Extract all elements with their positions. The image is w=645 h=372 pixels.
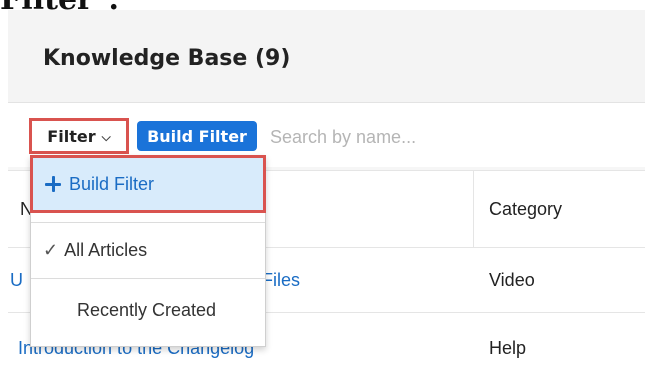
column-header-category[interactable]: Category	[489, 199, 562, 220]
menu-separator	[31, 278, 265, 279]
checkmark-icon: ✓	[43, 239, 59, 260]
filter-dropdown-menu: Build Filter ✓ All Articles Recently Cre…	[30, 155, 266, 347]
search-input[interactable]	[268, 120, 632, 154]
filter-dropdown-toggle[interactable]: Filter ⌵	[29, 118, 129, 154]
column-divider	[473, 171, 474, 247]
menu-item-recently-created-label: Recently Created	[77, 299, 217, 320]
row-1-category: Video	[489, 270, 535, 290]
menu-item-all-articles[interactable]: ✓ All Articles	[31, 230, 265, 270]
row-1-name-end[interactable]: Files	[262, 270, 300, 291]
page-title: Knowledge Base (9)	[43, 46, 291, 71]
menu-item-build-filter[interactable]: Build Filter	[30, 155, 266, 213]
menu-item-build-filter-label: Build Filter	[69, 173, 155, 194]
plus-icon	[45, 176, 61, 192]
menu-item-recently-created[interactable]: Recently Created	[31, 290, 265, 330]
row-2-category: Help	[489, 338, 527, 358]
build-filter-button[interactable]: Build Filter	[137, 121, 257, 151]
menu-item-all-articles-label: All Articles	[64, 239, 148, 260]
row-1-name-start[interactable]: U	[10, 270, 23, 291]
chevron-down-icon: ⌵	[101, 129, 111, 144]
menu-separator	[31, 222, 265, 223]
filter-label: Filter	[47, 126, 96, 146]
